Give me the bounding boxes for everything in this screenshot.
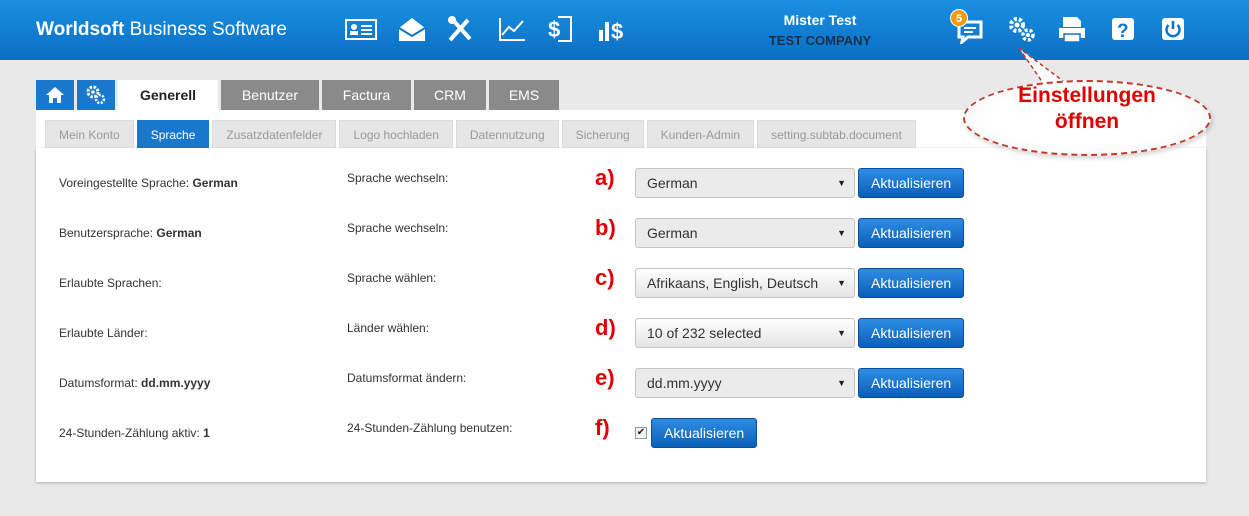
update-button[interactable]: Aktualisieren	[651, 418, 758, 448]
setting-row: Erlaubte Sprachen: Sprache wählen: c) Af…	[36, 263, 1206, 303]
update-button[interactable]: Aktualisieren	[858, 368, 965, 398]
caret-down-icon: ▼	[837, 328, 846, 338]
subtab-mein-konto[interactable]: Mein Konto	[45, 120, 134, 148]
update-button[interactable]: Aktualisieren	[858, 218, 965, 248]
action-label: Datumsformat ändern:	[347, 371, 467, 385]
home-tab[interactable]	[36, 80, 74, 110]
chevron-down-icon: ▼	[837, 378, 846, 388]
power-icon[interactable]	[1154, 12, 1190, 46]
update-button[interactable]: Aktualisieren	[858, 168, 965, 198]
brand-logo[interactable]: Worldsoft Business Software	[36, 19, 287, 41]
user-company: TEST COMPANY	[768, 33, 872, 48]
caret-down-icon: ▼	[837, 278, 846, 288]
subtab-datennutzung[interactable]: Datennutzung	[455, 120, 559, 148]
settings-tab[interactable]	[77, 80, 115, 110]
setting-label: Datumsformat: dd.mm.yyyy	[59, 376, 211, 390]
action-label: Länder wählen:	[347, 321, 430, 335]
subtab-document[interactable]: setting.subtab.document	[757, 120, 916, 148]
marker-label: a)	[595, 165, 615, 190]
svg-text:?: ?	[1117, 21, 1129, 42]
allowed-countries-multiselect[interactable]: 10 of 232 selected ▼	[635, 318, 855, 348]
setting-label: Benutzersprache: German	[59, 226, 202, 240]
marker-label: d)	[595, 315, 616, 340]
marker-label: b)	[595, 215, 616, 240]
print-icon[interactable]	[1054, 12, 1090, 46]
action-label: Sprache wechseln:	[347, 221, 449, 235]
marker-label: f)	[595, 415, 610, 440]
setting-row: Datumsformat: dd.mm.yyyy Datumsformat än…	[36, 363, 1206, 403]
update-button[interactable]: Aktualisieren	[858, 268, 965, 298]
marker-label: e)	[595, 365, 615, 390]
user-language-select[interactable]: German ▼	[635, 218, 855, 248]
action-label: Sprache wechseln:	[347, 171, 449, 185]
date-format-select[interactable]: dd.mm.yyyy ▼	[635, 368, 855, 398]
revenue-icon[interactable]: $	[595, 12, 631, 46]
tab-generell[interactable]: Generell	[118, 80, 218, 110]
chart-icon[interactable]	[494, 12, 530, 46]
tools-icon[interactable]	[443, 12, 479, 46]
setting-row: Voreingestellte Sprache: German Sprache …	[36, 163, 1206, 203]
setting-label: Voreingestellte Sprache: German	[59, 176, 238, 190]
subtab-sicherung[interactable]: Sicherung	[561, 120, 644, 148]
setting-row: 24-Stunden-Zählung aktiv: 1 24-Stunden-Z…	[36, 413, 1206, 453]
gears-icon	[86, 85, 106, 105]
contact-card-icon[interactable]	[343, 12, 379, 46]
marker-label: c)	[595, 265, 615, 290]
tab-ems[interactable]: EMS	[489, 80, 559, 110]
subtab-logo-hochladen[interactable]: Logo hochladen	[339, 120, 453, 148]
subtab-kunden-admin[interactable]: Kunden-Admin	[646, 120, 755, 148]
main-tab-bar: Generell Benutzer Factura CRM EMS	[36, 80, 562, 110]
subtab-sprache[interactable]: Sprache	[136, 120, 210, 148]
callout-text: Einstellungen öffnen	[1018, 84, 1156, 133]
home-icon	[46, 87, 64, 103]
help-icon[interactable]: ?	[1104, 12, 1140, 46]
invoice-icon[interactable]: $	[543, 12, 579, 46]
update-button[interactable]: Aktualisieren	[858, 318, 965, 348]
notification-badge: 5	[950, 9, 968, 27]
setting-row: Benutzersprache: German Sprache wechseln…	[36, 213, 1206, 253]
setting-label: Erlaubte Länder:	[59, 326, 148, 340]
subtab-zusatzdatenfelder[interactable]: Zusatzdatenfelder	[212, 120, 337, 148]
24h-checkbox[interactable]: ✔	[635, 427, 647, 439]
tab-benutzer[interactable]: Benutzer	[221, 80, 319, 110]
mail-icon[interactable]	[394, 12, 430, 46]
settings-icon[interactable]	[1004, 12, 1040, 46]
user-name: Mister Test	[783, 12, 857, 28]
setting-label: 24-Stunden-Zählung aktiv: 1	[59, 426, 210, 440]
subtab-bar: Mein Konto Sprache Zusatzdatenfelder Log…	[45, 120, 919, 148]
setting-row: Erlaubte Länder: Länder wählen: d) 10 of…	[36, 313, 1206, 353]
tab-crm[interactable]: CRM	[414, 80, 486, 110]
chevron-down-icon: ▼	[837, 178, 846, 188]
svg-text:$: $	[611, 19, 623, 44]
user-info[interactable]: Mister Test TEST COMPANY	[720, 12, 920, 48]
tab-factura[interactable]: Factura	[322, 80, 411, 110]
svg-text:$: $	[548, 17, 560, 42]
action-label: 24-Stunden-Zählung benutzen:	[347, 421, 513, 435]
chevron-down-icon: ▼	[837, 228, 846, 238]
allowed-languages-multiselect[interactable]: Afrikaans, English, Deutsch ▼	[635, 268, 855, 298]
action-label: Sprache wählen:	[347, 271, 437, 285]
default-language-select[interactable]: German ▼	[635, 168, 855, 198]
setting-label: Erlaubte Sprachen:	[59, 276, 162, 290]
